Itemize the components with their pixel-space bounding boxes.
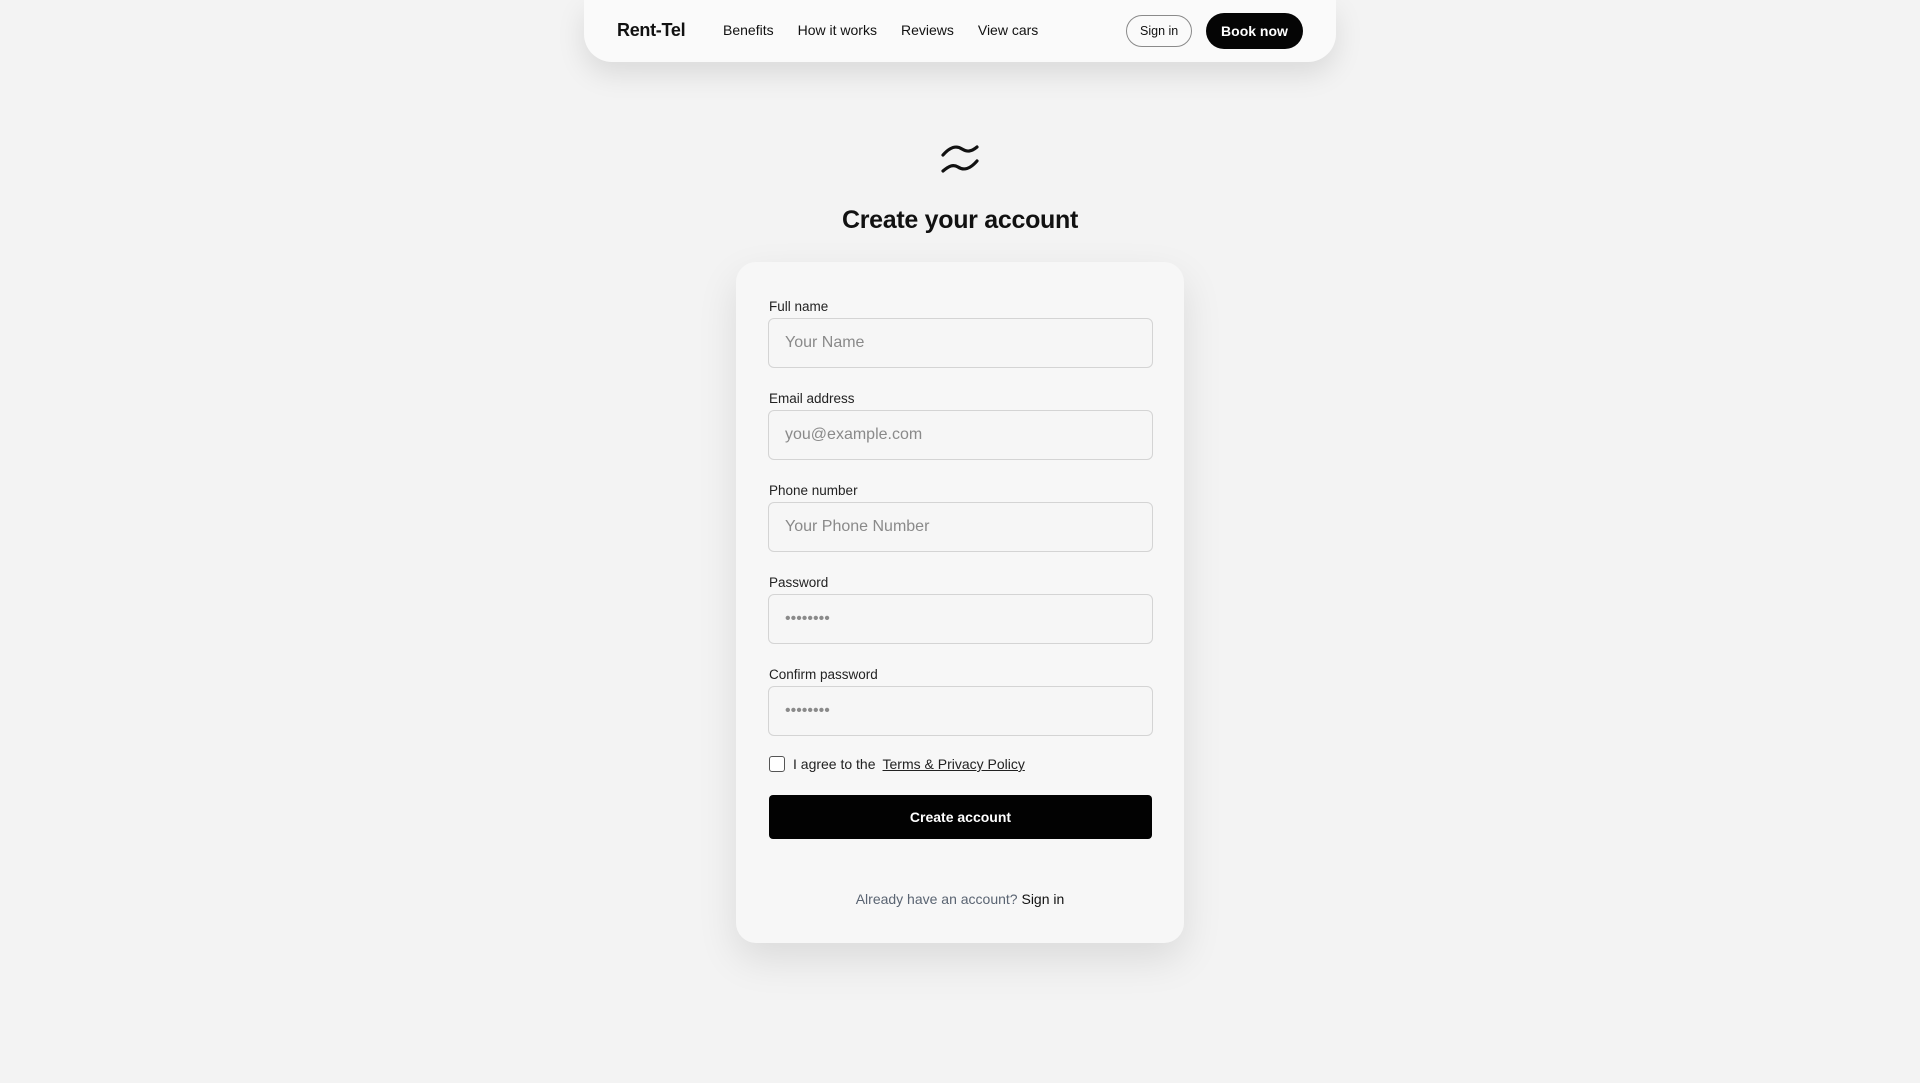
- page-title: Create your account: [841, 206, 1079, 234]
- confirm-password-input[interactable]: [768, 686, 1153, 736]
- email-label: Email address: [769, 391, 855, 406]
- create-account-button[interactable]: Create account: [769, 795, 1152, 839]
- full-name-label: Full name: [769, 299, 829, 314]
- full-name-input[interactable]: [768, 318, 1153, 368]
- password-input[interactable]: [768, 594, 1153, 644]
- brand-logo[interactable]: Rent-Tel: [617, 20, 686, 41]
- nav-link-reviews[interactable]: Reviews: [901, 22, 954, 38]
- nav-link-how-it-works[interactable]: How it works: [798, 22, 877, 38]
- password-label: Password: [769, 575, 829, 590]
- terms-privacy-link[interactable]: Terms & Privacy Policy: [883, 756, 1025, 772]
- sign-in-link[interactable]: Sign in: [1021, 891, 1064, 907]
- agree-text: I agree to the: [793, 756, 876, 772]
- nav-link-benefits[interactable]: Benefits: [723, 22, 774, 38]
- book-now-button[interactable]: Book now: [1206, 13, 1303, 49]
- top-nav: Rent-Tel Benefits How it works Reviews V…: [584, 0, 1336, 62]
- wave-logo-icon: [941, 145, 979, 173]
- already-text: Already have an account?: [855, 891, 1018, 907]
- phone-input[interactable]: [768, 502, 1153, 552]
- nav-link-view-cars[interactable]: View cars: [978, 22, 1038, 38]
- terms-agreement-row: I agree to the Terms & Privacy Policy: [769, 756, 1025, 772]
- signup-card: Full name Email address Phone number Pas…: [736, 262, 1184, 943]
- email-input[interactable]: [768, 410, 1153, 460]
- phone-label: Phone number: [769, 483, 858, 498]
- already-have-account-row: Already have an account? Sign in: [736, 891, 1184, 907]
- terms-checkbox[interactable]: [769, 756, 785, 772]
- nav-links: Benefits How it works Reviews View cars: [723, 22, 1038, 38]
- confirm-password-label: Confirm password: [769, 667, 878, 682]
- nav-sign-in-button[interactable]: Sign in: [1126, 15, 1193, 47]
